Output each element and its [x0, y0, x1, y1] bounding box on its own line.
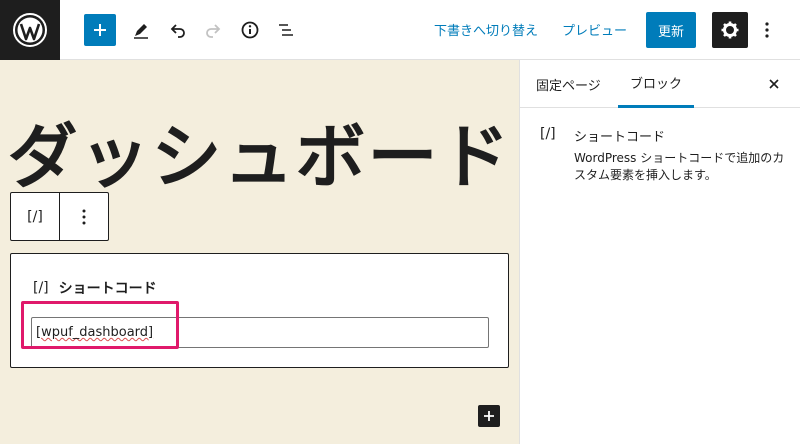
- shortcode-icon: [/]: [33, 280, 49, 296]
- close-icon: [769, 79, 779, 89]
- details-button[interactable]: [234, 14, 266, 46]
- gear-icon: [721, 21, 739, 39]
- wordpress-logo-button[interactable]: [0, 0, 60, 60]
- redo-icon: [206, 24, 221, 38]
- undo-button[interactable]: [162, 14, 194, 46]
- undo-icon: [170, 24, 185, 38]
- close-sidebar-button[interactable]: [762, 72, 786, 96]
- switch-to-draft-button[interactable]: 下書きへ切り替え: [434, 20, 538, 39]
- more-vertical-icon: [82, 209, 86, 224]
- tools-button[interactable]: [125, 14, 157, 46]
- shortcode-block-title: ショートコード: [58, 281, 157, 297]
- shortcode-block-label: [/] ショートコード: [33, 278, 157, 298]
- info-icon: [241, 21, 259, 39]
- options-button[interactable]: [757, 14, 777, 46]
- update-button[interactable]: 更新: [646, 12, 696, 48]
- block-card-title: ショートコード: [574, 130, 666, 145]
- settings-sidebar: 固定ページ ブロック [/] ショートコード WordPress ショートコード…: [519, 60, 800, 444]
- settings-button[interactable]: [712, 12, 748, 48]
- plus-icon: [484, 411, 494, 421]
- page-title[interactable]: ダッシュボード: [0, 122, 519, 192]
- block-card-description: WordPress ショートコードで追加のカスタム要素を挿入します。: [574, 151, 785, 182]
- add-block-button[interactable]: [84, 14, 116, 46]
- sidebar-tabs: 固定ページ ブロック: [520, 60, 800, 108]
- block-inserter-button[interactable]: [478, 405, 500, 427]
- wordpress-logo-icon: [13, 13, 47, 47]
- list-view-icon: [279, 24, 293, 36]
- plus-icon: [94, 24, 106, 36]
- shortcode-block[interactable]: [/] ショートコード [wpuf_dashboard]: [10, 253, 509, 368]
- shortcode-input-value: [wpuf_dashboard]: [36, 325, 154, 340]
- pencil-icon: [134, 24, 148, 39]
- more-vertical-icon: [765, 22, 769, 38]
- block-toolbar: [/]: [10, 192, 109, 241]
- tab-block[interactable]: ブロック: [618, 60, 695, 108]
- block-type-button[interactable]: [/]: [11, 193, 60, 240]
- redo-button[interactable]: [197, 14, 229, 46]
- block-options-button[interactable]: [60, 193, 108, 240]
- shortcode-input[interactable]: [wpuf_dashboard]: [31, 317, 489, 348]
- list-view-button[interactable]: [270, 14, 302, 46]
- top-toolbar: 下書きへ切り替え プレビュー 更新: [0, 0, 800, 60]
- editor-canvas: ダッシュボード [/] [/] ショートコード [wpuf_dashboard]: [0, 60, 519, 444]
- preview-button[interactable]: プレビュー: [562, 20, 627, 39]
- tab-page[interactable]: 固定ページ: [536, 60, 601, 108]
- shortcode-icon: [/]: [540, 126, 556, 142]
